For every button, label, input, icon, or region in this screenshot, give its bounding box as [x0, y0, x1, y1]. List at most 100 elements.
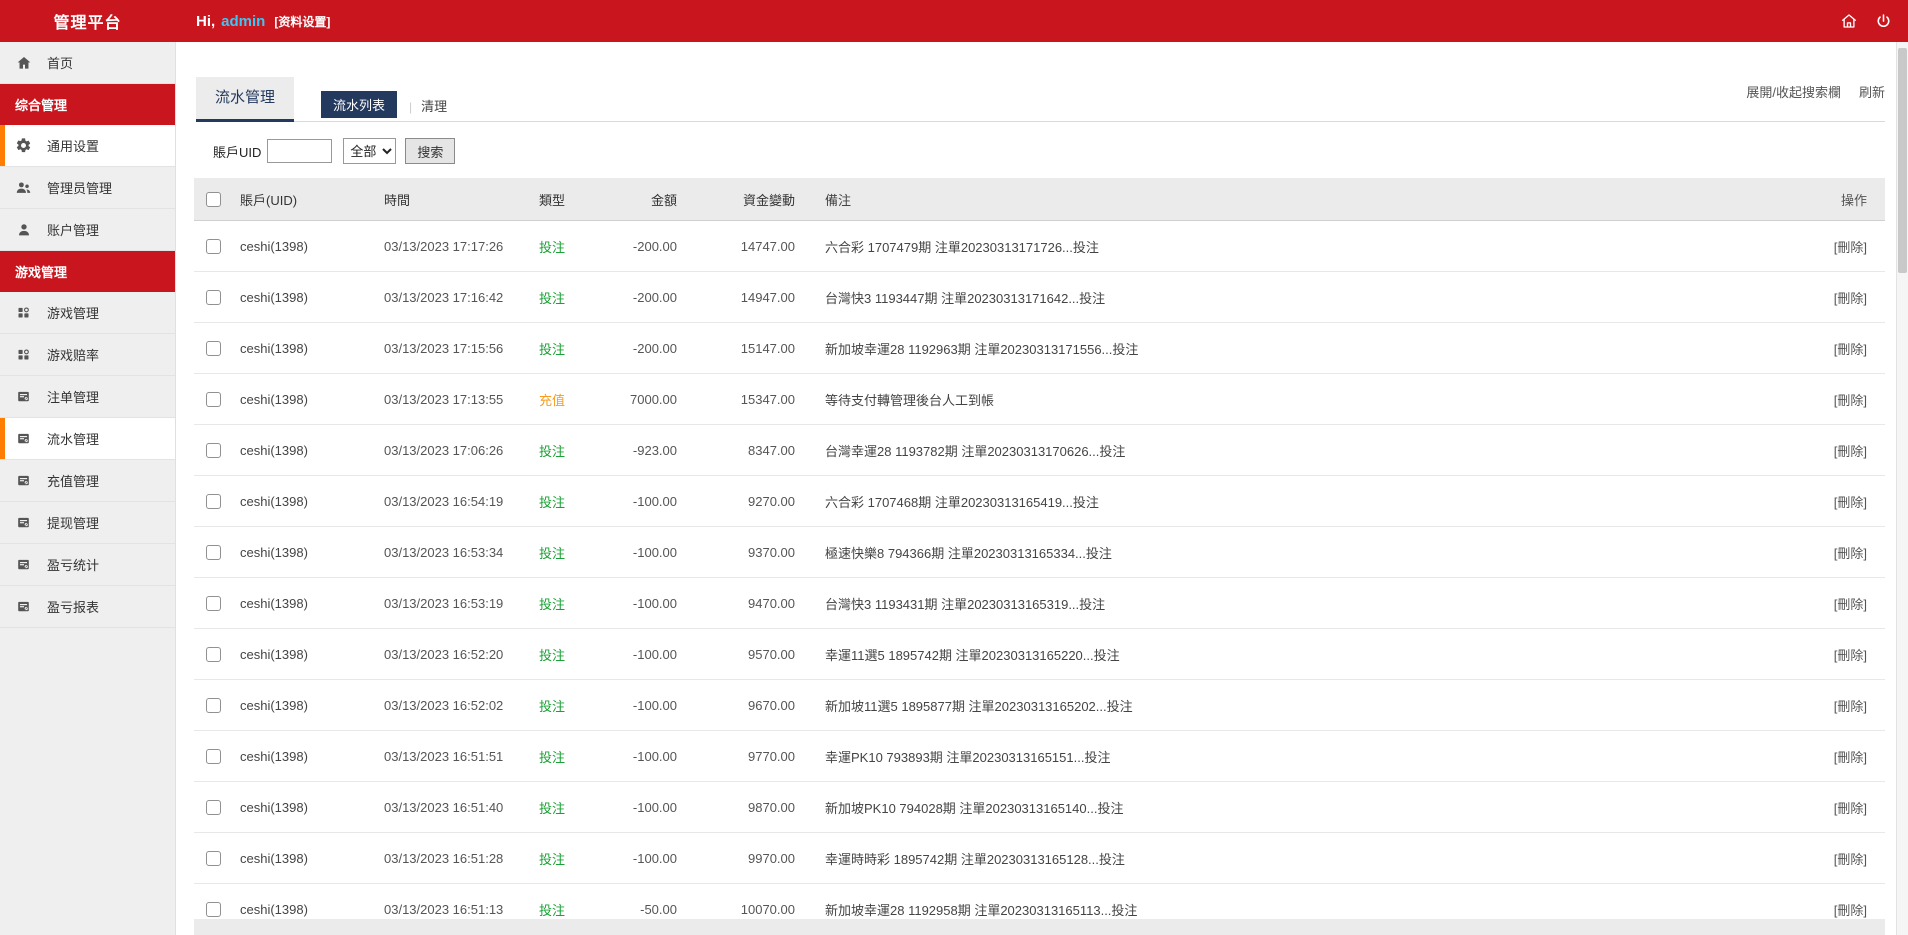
- table-row: ceshi(1398) 03/13/2023 17:06:26 投注 -923.00 8…: [194, 425, 1885, 476]
- row-checkbox[interactable]: [206, 697, 221, 713]
- delete-link[interactable]: [刪除]: [1834, 444, 1867, 459]
- cell-type: 投注: [539, 290, 566, 306]
- profile-settings-link[interactable]: [资料设置]: [274, 13, 330, 30]
- cell-account: ceshi(1398): [240, 289, 308, 305]
- cell-amount: -100.00: [632, 850, 677, 866]
- col-header-remark: 備注: [825, 192, 852, 208]
- sidebar-item-13[interactable]: 盈亏报表: [0, 586, 175, 628]
- main-content: 流水管理 流水列表 | 清理 展開/收起搜索欄 刷新 賬戶UID 全部 搜索 賬…: [176, 42, 1908, 935]
- cell-balance: 9470.00: [748, 595, 795, 611]
- row-checkbox[interactable]: [206, 748, 221, 764]
- sidebar-item-4[interactable]: 账户管理: [0, 209, 175, 251]
- type-filter-select[interactable]: 全部: [343, 138, 397, 164]
- account-uid-input[interactable]: [267, 139, 333, 163]
- cell-amount: -50.00: [640, 901, 677, 917]
- sidebar-item-6[interactable]: 游戏管理: [0, 292, 175, 334]
- table-row: ceshi(1398) 03/13/2023 16:52:02 投注 -100.00 9…: [194, 680, 1885, 731]
- tab-cleanup[interactable]: 清理: [421, 96, 447, 115]
- sidebar-item-3[interactable]: 管理员管理: [0, 167, 175, 209]
- cell-account: ceshi(1398): [240, 442, 308, 458]
- cell-account: ceshi(1398): [240, 646, 308, 662]
- home-icon[interactable]: [1840, 12, 1858, 30]
- sidebar-item-10[interactable]: 充值管理: [0, 460, 175, 502]
- table-row: ceshi(1398) 03/13/2023 16:51:28 投注 -100.00 9…: [194, 833, 1885, 884]
- delete-link[interactable]: [刪除]: [1834, 291, 1867, 306]
- cell-action: [刪除]: [1775, 237, 1885, 256]
- sidebar-item-2[interactable]: 通用设置: [0, 125, 175, 167]
- cell-balance: 14947.00: [740, 289, 795, 305]
- cell-action: [刪除]: [1775, 696, 1885, 715]
- sidebar-item-8[interactable]: 注单管理: [0, 376, 175, 418]
- cell-account: ceshi(1398): [240, 544, 308, 560]
- table-row: ceshi(1398) 03/13/2023 16:51:40 投注 -100.00 9…: [194, 782, 1885, 833]
- cell-account: ceshi(1398): [240, 340, 308, 356]
- vertical-scrollbar[interactable]: [1896, 42, 1908, 935]
- delete-link[interactable]: [刪除]: [1834, 495, 1867, 510]
- row-checkbox[interactable]: [206, 340, 221, 356]
- scrollbar-thumb[interactable]: [1898, 48, 1907, 273]
- cell-amount: -100.00: [632, 799, 677, 815]
- row-checkbox[interactable]: [206, 901, 221, 917]
- cell-account: ceshi(1398): [240, 238, 308, 254]
- table-row: ceshi(1398) 03/13/2023 16:53:34 投注 -100.00 9…: [194, 527, 1885, 578]
- sidebar: 首页 综合管理 通用设置 管理员管理 账户管理 游戏管理 游戏管理 游戏赔率 注单管理 流水管理充…: [0, 42, 176, 935]
- sidebar-item-9[interactable]: 流水管理: [0, 418, 175, 460]
- sidebar-item-11[interactable]: 提现管理: [0, 502, 175, 544]
- search-label: 賬戶UID: [213, 144, 262, 160]
- cell-balance: 8347.00: [748, 442, 795, 458]
- row-checkbox[interactable]: [206, 646, 221, 662]
- sidebar-item-label: 注单管理: [47, 390, 100, 405]
- doc-icon: [15, 430, 32, 447]
- row-checkbox[interactable]: [206, 595, 221, 611]
- refresh-link[interactable]: 刷新: [1859, 82, 1885, 101]
- cell-checkbox: [194, 799, 240, 815]
- toggle-search-link[interactable]: 展開/收起搜索欄: [1746, 82, 1841, 101]
- delete-link[interactable]: [刪除]: [1834, 546, 1867, 561]
- cell-amount: -923.00: [632, 442, 677, 458]
- delete-link[interactable]: [刪除]: [1834, 699, 1867, 714]
- row-checkbox[interactable]: [206, 442, 221, 458]
- sidebar-item-label: 管理员管理: [47, 181, 113, 196]
- delete-link[interactable]: [刪除]: [1834, 750, 1867, 765]
- cell-balance: 10070.00: [740, 901, 795, 917]
- delete-link[interactable]: [刪除]: [1834, 801, 1867, 816]
- row-checkbox[interactable]: [206, 238, 221, 254]
- delete-link[interactable]: [刪除]: [1834, 903, 1867, 918]
- tab-separator: |: [409, 100, 413, 114]
- delete-link[interactable]: [刪除]: [1834, 852, 1867, 867]
- delete-link[interactable]: [刪除]: [1834, 597, 1867, 612]
- table-row: ceshi(1398) 03/13/2023 16:52:20 投注 -100.00 9…: [194, 629, 1885, 680]
- power-icon[interactable]: [1875, 13, 1892, 30]
- row-checkbox[interactable]: [206, 544, 221, 560]
- table-body: ceshi(1398) 03/13/2023 17:17:26 投注 -200.00 1…: [194, 221, 1885, 935]
- doc-icon: [15, 556, 32, 573]
- sidebar-item-label: 盈亏报表: [47, 600, 100, 615]
- cell-action: [刪除]: [1775, 645, 1885, 664]
- row-checkbox[interactable]: [206, 850, 221, 866]
- sidebar-item-0[interactable]: 首页: [0, 42, 175, 84]
- table-row: ceshi(1398) 03/13/2023 16:51:51 投注 -100.00 9…: [194, 731, 1885, 782]
- delete-link[interactable]: [刪除]: [1834, 240, 1867, 255]
- cell-balance: 9370.00: [748, 544, 795, 560]
- cell-checkbox: [194, 238, 240, 254]
- row-checkbox[interactable]: [206, 289, 221, 305]
- delete-link[interactable]: [刪除]: [1834, 393, 1867, 408]
- cell-balance: 15147.00: [740, 340, 795, 356]
- delete-link[interactable]: [刪除]: [1834, 342, 1867, 357]
- col-header-time: 時間: [384, 192, 411, 208]
- col-header-action: 操作: [1840, 192, 1867, 208]
- row-checkbox[interactable]: [206, 799, 221, 815]
- select-all-checkbox[interactable]: [206, 191, 221, 207]
- user-greeting: Hi, admin [资料设置]: [196, 13, 330, 30]
- delete-link[interactable]: [刪除]: [1834, 648, 1867, 663]
- sidebar-item-12[interactable]: 盈亏统计: [0, 544, 175, 586]
- row-checkbox[interactable]: [206, 391, 221, 407]
- cell-action: [刪除]: [1775, 390, 1885, 409]
- cell-time: 03/13/2023 17:06:26: [384, 442, 504, 458]
- cell-time: 03/13/2023 16:51:28: [384, 850, 504, 866]
- search-button[interactable]: 搜索: [405, 138, 456, 164]
- row-checkbox[interactable]: [206, 493, 221, 509]
- tab-flow-list[interactable]: 流水列表: [321, 91, 398, 118]
- cell-type: 投注: [539, 596, 566, 612]
- sidebar-item-7[interactable]: 游戏赔率: [0, 334, 175, 376]
